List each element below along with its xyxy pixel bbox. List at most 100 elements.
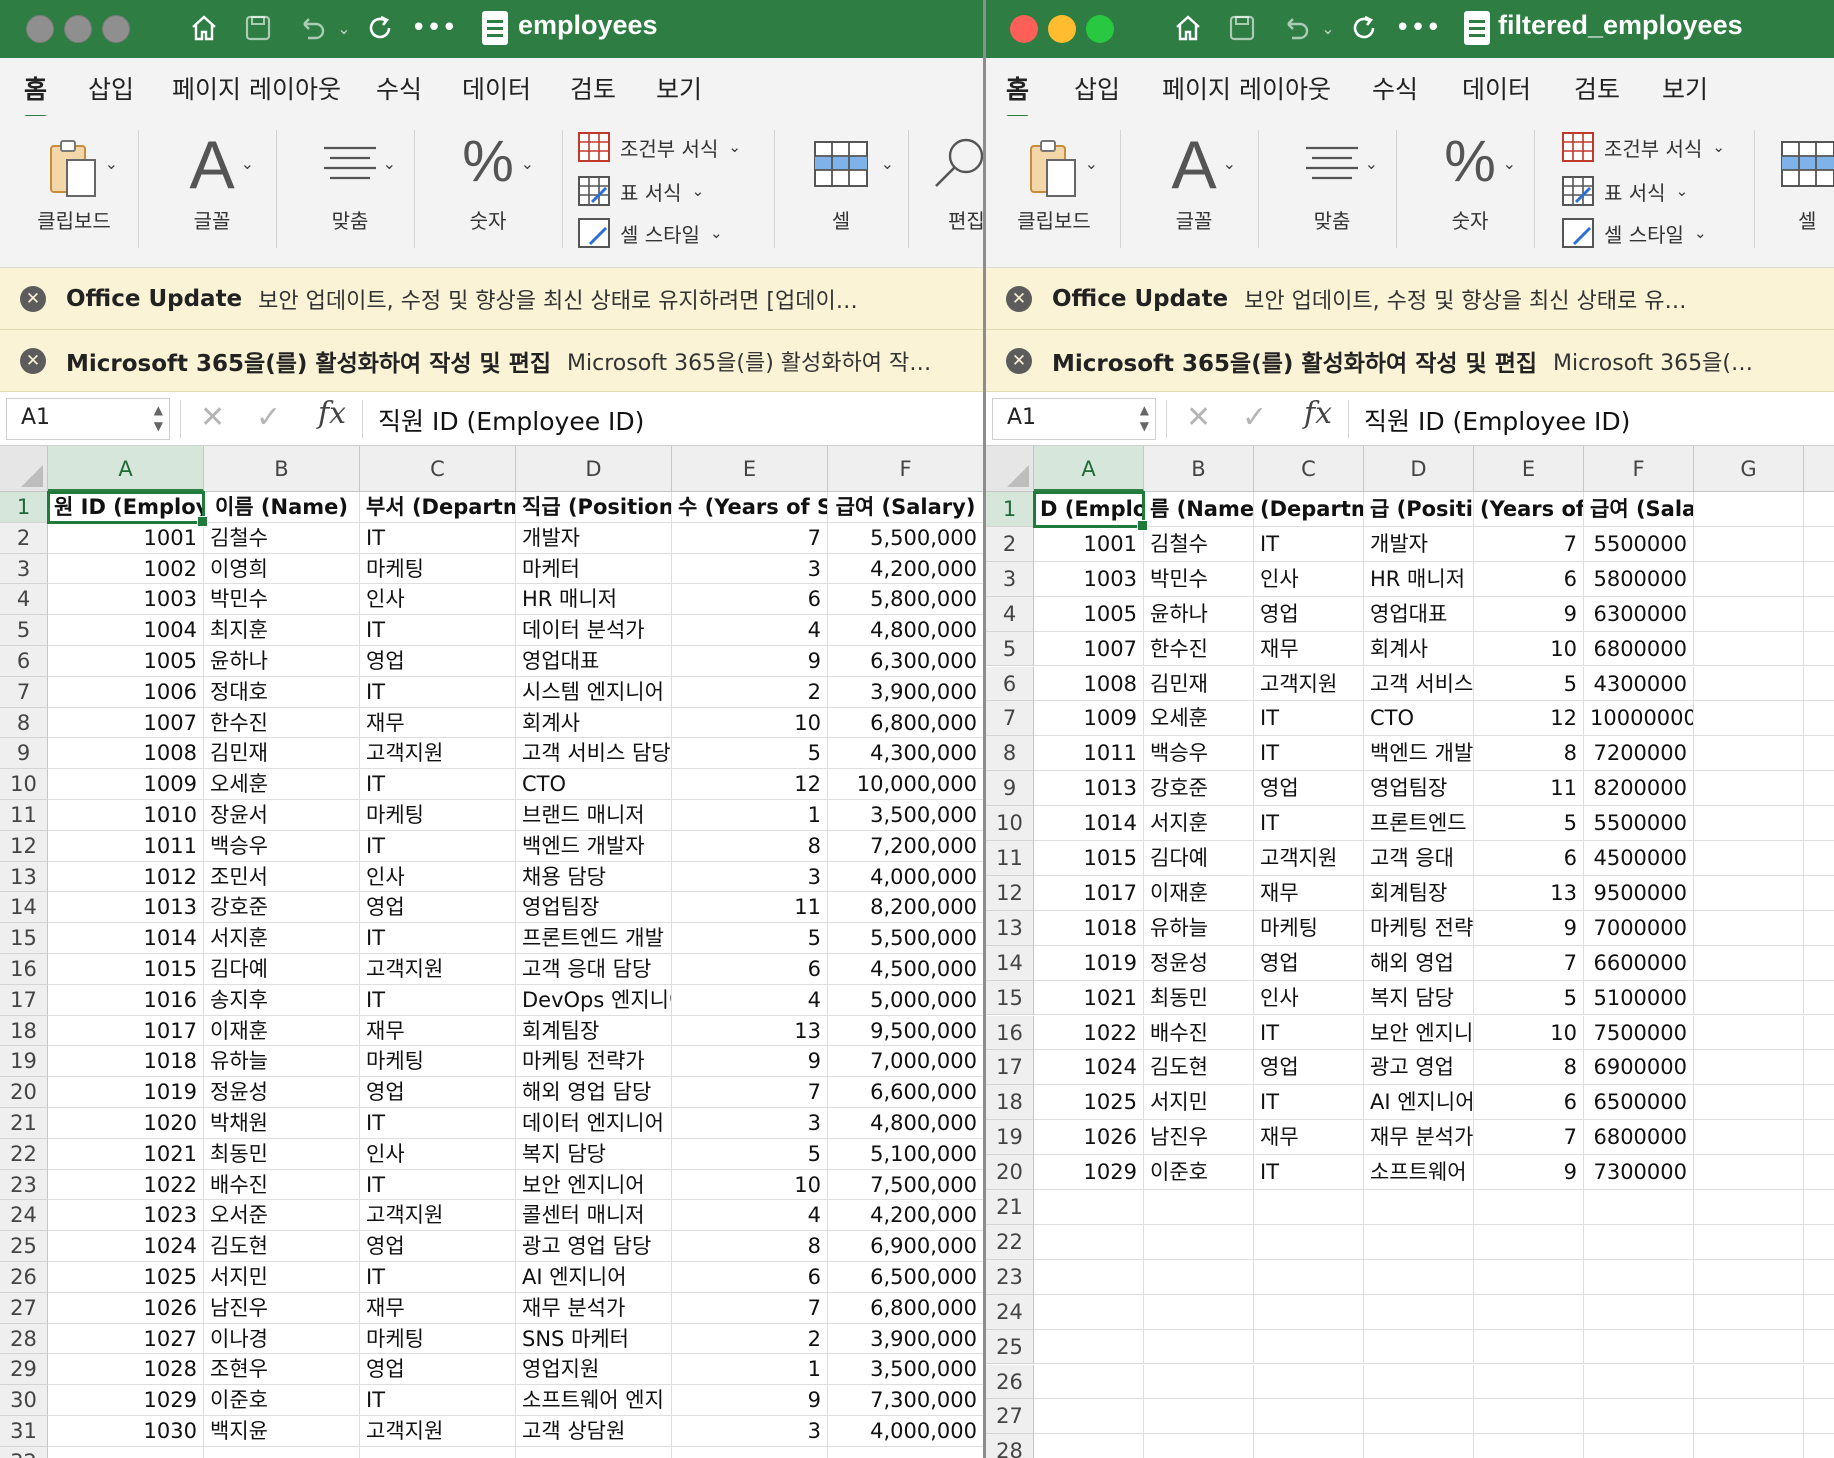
table-cell[interactable] (1584, 1399, 1694, 1435)
table-cell[interactable] (1804, 667, 1834, 702)
tab-data[interactable]: 데이터 (462, 70, 531, 106)
row-header[interactable]: 30 (0, 1385, 48, 1416)
table-cell[interactable] (1804, 1434, 1834, 1458)
row-header[interactable]: 14 (0, 892, 48, 924)
table-cell[interactable]: 6,600,000 (828, 1077, 983, 1108)
table-cell[interactable] (1804, 1260, 1834, 1295)
table-cell[interactable]: 프론트엔드 (1364, 806, 1474, 841)
home-icon[interactable] (1168, 8, 1208, 48)
table-cell[interactable]: 이재훈 (204, 1015, 360, 1047)
table-cell[interactable]: 6 (1474, 841, 1584, 876)
tab-view[interactable]: 보기 (656, 70, 702, 106)
table-cell[interactable] (1804, 736, 1834, 772)
table-cell[interactable]: 6 (1474, 1085, 1584, 1121)
row-header[interactable]: 27 (986, 1399, 1034, 1435)
table-cell[interactable]: 1017 (48, 1015, 204, 1047)
column-header[interactable]: B (204, 446, 360, 492)
minimize-window-button[interactable] (64, 15, 92, 43)
function-icon[interactable]: fx (1304, 396, 1332, 431)
table-cell[interactable]: 6 (672, 584, 828, 616)
table-cell[interactable]: 서지훈 (1144, 806, 1254, 841)
table-cell[interactable]: 5500000 (1584, 806, 1694, 841)
row-header[interactable]: 25 (986, 1329, 1034, 1365)
table-cell[interactable]: IT (1254, 1015, 1364, 1051)
header-cell[interactable]: 직급 (Position) (516, 492, 672, 523)
table-cell[interactable]: 4,500,000 (828, 954, 983, 985)
table-cell[interactable]: 마케팅 (360, 553, 516, 585)
table-cell[interactable]: 5800000 (1584, 561, 1694, 597)
table-cell[interactable]: 4,200,000 (828, 1200, 983, 1232)
table-cell[interactable]: 영업 (360, 646, 516, 677)
table-cell[interactable] (1364, 1259, 1474, 1295)
table-cell[interactable]: 인사 (1254, 561, 1364, 597)
table-cell[interactable]: 서지민 (204, 1262, 360, 1293)
table-cell[interactable]: 10 (672, 707, 828, 739)
header-cell[interactable]: 급 (Positio (1364, 492, 1474, 527)
table-cell[interactable]: 6,300,000 (828, 646, 983, 677)
row-header[interactable]: 1 (986, 492, 1034, 527)
table-cell[interactable]: 9 (672, 1385, 828, 1416)
table-cell[interactable]: 마케팅 (360, 800, 516, 831)
table-cell[interactable] (1034, 1329, 1144, 1365)
table-cell[interactable] (1034, 1434, 1144, 1458)
table-cell[interactable]: IT (1254, 806, 1364, 841)
table-cell[interactable] (1804, 1190, 1834, 1225)
row-header[interactable]: 20 (986, 1155, 1034, 1190)
table-cell[interactable]: 3 (672, 553, 828, 585)
table-cell[interactable]: 마케터 (516, 553, 672, 585)
table-cell[interactable]: 영업 (1254, 1050, 1364, 1086)
table-cell[interactable]: 유하늘 (1144, 910, 1254, 946)
table-cell[interactable]: 4,200,000 (828, 554, 983, 585)
table-cell[interactable] (1694, 561, 1804, 597)
tab-review[interactable]: 검토 (1574, 70, 1620, 106)
table-cell[interactable]: 1001 (48, 522, 204, 554)
table-cell[interactable]: 5100000 (1584, 980, 1694, 1016)
table-cell[interactable] (1804, 806, 1834, 841)
column-header[interactable]: A (1034, 446, 1144, 492)
table-cell[interactable]: 영업 (360, 1354, 516, 1386)
table-cell[interactable]: 한수진 (204, 707, 360, 739)
header-cell[interactable]: (Departm (1254, 492, 1364, 527)
table-cell[interactable]: 인사 (360, 1138, 516, 1170)
table-cell[interactable]: 5,000,000 (828, 985, 983, 1016)
table-cell[interactable]: 2 (672, 676, 828, 708)
row-header[interactable]: 8 (986, 736, 1034, 772)
table-cell[interactable]: 7000000 (1584, 910, 1694, 946)
table-cell[interactable] (516, 1446, 672, 1458)
table-cell[interactable] (1804, 1016, 1834, 1051)
confirm-icon[interactable]: ✓ (256, 400, 281, 435)
table-cell[interactable]: 3 (672, 1416, 828, 1447)
table-cell[interactable] (672, 1446, 828, 1458)
table-cell[interactable]: DevOps 엔지니어 (516, 984, 672, 1016)
table-cell[interactable]: 오세훈 (1144, 701, 1254, 737)
table-cell[interactable]: 10 (1474, 631, 1584, 667)
conditional-format-button[interactable]: 조건부 서식 ⌄ (578, 132, 741, 162)
table-cell[interactable]: 고객지원 (360, 1200, 516, 1232)
table-cell[interactable]: 1017 (1034, 875, 1144, 911)
table-cell[interactable]: 정대호 (204, 676, 360, 708)
table-cell[interactable]: 7 (1474, 1120, 1584, 1156)
table-cell[interactable]: 8 (1474, 1050, 1584, 1086)
tab-review[interactable]: 검토 (570, 70, 616, 106)
table-cell[interactable]: 개발자 (516, 522, 672, 554)
table-cell[interactable] (1034, 1294, 1144, 1330)
table-cell[interactable] (1694, 1329, 1804, 1365)
table-cell[interactable] (1694, 945, 1804, 981)
undo-dropdown-icon[interactable]: ⌄ (1318, 8, 1338, 48)
table-cell[interactable]: 1024 (48, 1231, 204, 1262)
table-cell[interactable]: 오서준 (204, 1200, 360, 1232)
row-header[interactable]: 7 (986, 701, 1034, 737)
close-icon[interactable]: ✕ (20, 285, 46, 312)
table-cell[interactable]: 재무 분석가 (1364, 1120, 1474, 1156)
table-cell[interactable]: 영업 (1254, 945, 1364, 981)
table-cell[interactable]: 영업지원 (516, 1354, 672, 1386)
table-cell[interactable]: 배수진 (204, 1169, 360, 1201)
table-cell[interactable]: 김철수 (1144, 526, 1254, 562)
table-cell[interactable]: 1018 (48, 1046, 204, 1078)
undo-dropdown-icon[interactable]: ⌄ (334, 8, 354, 48)
table-cell[interactable]: 7,200,000 (828, 831, 983, 862)
table-cell[interactable] (1694, 1120, 1804, 1156)
column-header[interactable]: D (516, 446, 672, 492)
table-cell[interactable]: 9 (672, 1046, 828, 1078)
header-cell[interactable]: (Years of (1474, 492, 1584, 527)
